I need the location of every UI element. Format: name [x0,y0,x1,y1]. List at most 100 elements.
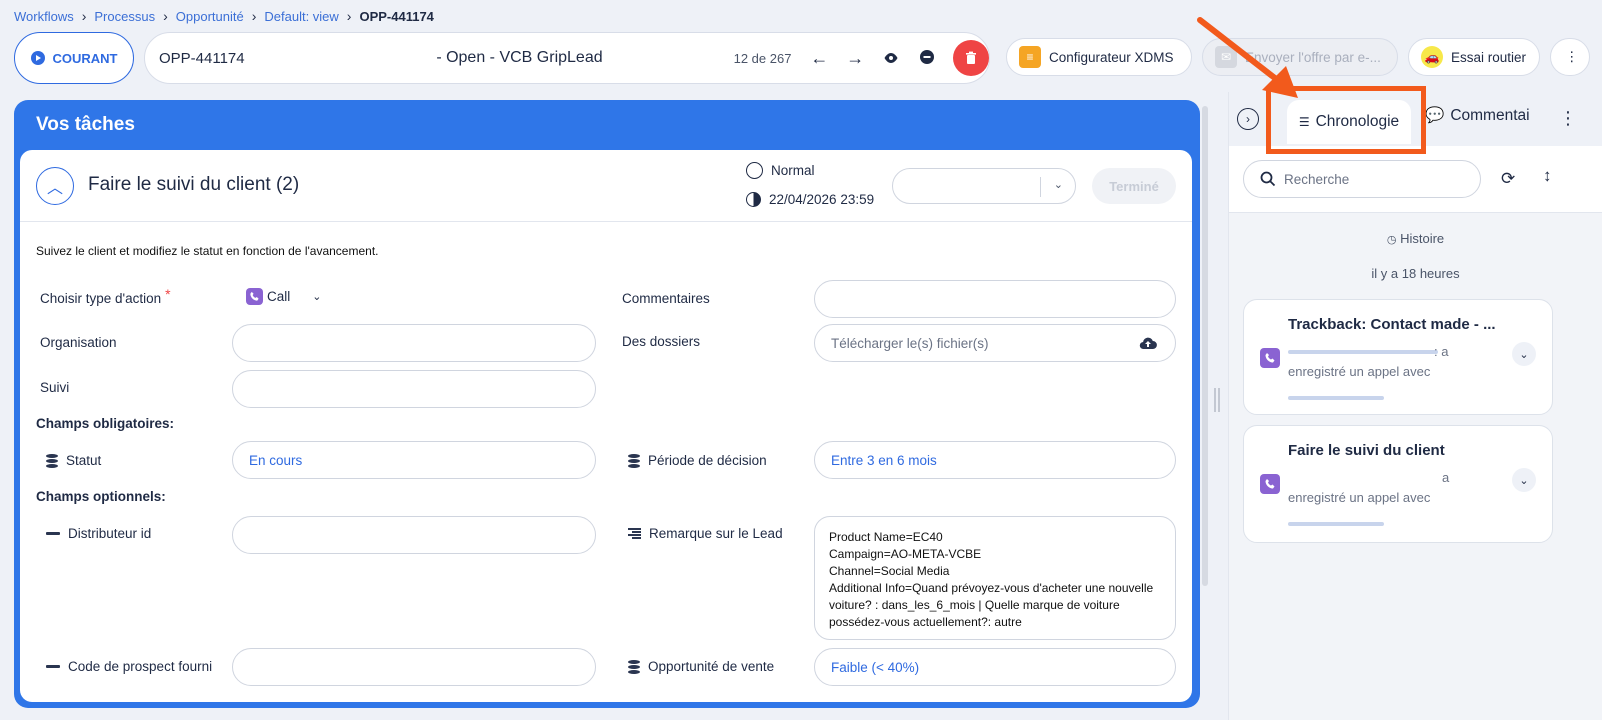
phone-icon [246,288,263,305]
prospect-code-label: Code de prospect fourni [46,659,212,674]
redacted-text [1288,522,1384,526]
required-asterisk: * [165,286,171,302]
optional-section-title: Champs optionnels: [36,489,166,504]
breadcrumb-current: OPP-441174 [359,8,434,24]
files-label: Des dossiers [622,334,701,349]
search-icon [1260,171,1276,187]
eye-icon[interactable] [873,48,909,69]
status-button[interactable]: COURANT [14,32,134,84]
phone-icon [1260,474,1280,494]
clock-icon [746,192,761,207]
organisation-label: Organisation [40,335,117,350]
done-button[interactable]: Terminé [1092,168,1176,204]
document-icon: ≡ [1019,46,1041,68]
expand-item-button[interactable]: ⌄ [1512,342,1536,366]
expand-item-button[interactable]: ⌄ [1512,468,1536,492]
breadcrumb-default-view[interactable]: Default: view [264,9,338,24]
remark-textarea[interactable]: Product Name=EC40 Campaign=AO-META-VCBE … [814,516,1176,640]
refresh-icon[interactable]: ⟳ [1501,169,1515,189]
expand-vertical-icon[interactable]: ↕ [1543,166,1552,186]
breadcrumb-processus[interactable]: Processus [94,9,155,24]
prospect-code-input[interactable] [232,648,596,686]
breadcrumb: Workflows › Processus › Opportunité › De… [14,8,434,24]
timeline-item[interactable]: Faire le suivi du client a enregistré un… [1243,425,1553,543]
status-field-label: Statut [46,453,101,468]
task-deadline: 22/04/2026 23:59 [746,192,874,207]
timeline-item[interactable]: Trackback: Contact made - ... : a enregi… [1243,299,1553,415]
dash-icon [46,665,60,668]
more-actions-button[interactable]: ⋮ [1550,38,1590,76]
previous-record-button[interactable]: ← [801,48,837,69]
breadcrumb-workflows[interactable]: Workflows [14,9,74,24]
remark-line: Product Name=EC40 [829,530,943,544]
tasks-panel: Vos tâches ︿ Faire le suivi du client (2… [14,100,1200,708]
record-title: - Open - VCB GripLead [436,49,603,66]
status-input[interactable]: En cours [232,441,596,479]
panel-resize-handle[interactable] [1214,388,1222,412]
collapse-side-panel-button[interactable]: › [1237,108,1259,130]
deadline-label: 22/04/2026 23:59 [769,192,875,207]
task-description: Suivez le client et modifiez le statut e… [36,244,379,258]
comments-input[interactable] [814,280,1176,318]
task-card: ︿ Faire le suivi du client (2) Normal 22… [20,150,1192,702]
side-menu-kebab-icon[interactable]: ⋮ [1559,108,1577,129]
tab-comments[interactable]: 💬 Commentaires [1425,106,1529,125]
test-drive-button[interactable]: 🚗 Essai routier [1408,38,1540,76]
chevron-right-icon: › [163,8,168,24]
minus-circle-icon[interactable] [909,48,945,69]
breadcrumb-opportunite[interactable]: Opportunité [176,9,244,24]
history-label: ◷ Histoire [1386,231,1445,246]
redacted-text [1288,350,1438,354]
dash-icon [46,532,60,535]
timeline-item-title: Trackback: Contact made - ... [1288,316,1496,333]
chevron-right-icon: › [81,8,87,24]
organisation-input[interactable] [232,324,596,362]
delete-button[interactable] [953,40,989,76]
action-type-value: Call [267,289,291,304]
remark-line: voiture? : dans_les_6_mois | Quelle marq… [829,598,1120,612]
text-lines-icon [628,527,641,540]
action-type-label: Choisir type d'action * [40,286,171,306]
file-upload-field[interactable]: Télécharger le(s) fichier(s) [814,324,1176,362]
timeline-item-text: enregistré un appel avec [1288,364,1431,379]
cloud-upload-icon[interactable] [1139,336,1157,350]
database-icon [46,453,58,468]
sale-opportunity-input[interactable]: Faible (< 40%) [814,648,1176,686]
chevron-down-icon: ⌄ [312,291,322,303]
distributor-input[interactable] [232,516,596,554]
record-count: 12 de 267 [733,50,792,66]
required-section-title: Champs obligatoires: [36,416,175,431]
chevron-right-icon: › [251,8,257,24]
timeline-search-input[interactable]: Recherche [1243,160,1481,198]
kebab-icon: ⋮ [1565,49,1579,64]
side-panel: › ☰ Chronologie 💬 Commentaires ⋮ Recherc… [1228,92,1602,720]
phone-icon [1260,348,1280,368]
timeline-item-text: enregistré un appel avec [1288,490,1431,505]
configurator-button[interactable]: ≡ Configurateur XDMS [1006,38,1192,76]
priority-label: Normal [771,163,815,178]
follow-input[interactable] [232,370,596,408]
task-header: ︿ Faire le suivi du client (2) Normal 22… [20,150,1192,222]
distributor-label: Distributeur id [46,526,151,541]
next-record-button[interactable]: → [837,48,873,69]
decision-period-input[interactable]: Entre 3 en 6 mois [814,441,1176,479]
assignee-select[interactable]: ⌄ [892,168,1076,204]
record-bar: OPP-441174 - Open - VCB GripLead 12 de 2… [144,32,990,84]
timeline-list: ◷ Histoire il y a 18 heures Trackback: C… [1229,213,1602,720]
chevron-down-icon: ⌄ [1053,179,1063,191]
remark-line: possédez-vous actuellement?: autre [829,615,1022,629]
sale-opportunity-label: Opportunité de vente [628,659,774,674]
car-icon: 🚗 [1421,46,1443,68]
record-id: OPP-441174 [159,49,245,67]
collapse-task-button[interactable]: ︿ [36,167,74,205]
action-type-select[interactable]: Call ⌄ [246,288,321,305]
comments-label: Commentaires [622,291,710,306]
database-icon [628,659,640,674]
decision-period-label: Période de décision [628,453,767,468]
chat-bubble-icon: 💬 [1425,107,1445,124]
follow-label: Suivi [40,380,70,395]
remark-line: Additional Info=Quand prévoyez-vous d'ac… [829,581,1154,595]
task-priority[interactable]: Normal [746,162,815,179]
tasks-scrollbar[interactable] [1202,106,1208,586]
configurator-label: Configurateur XDMS [1049,49,1174,65]
